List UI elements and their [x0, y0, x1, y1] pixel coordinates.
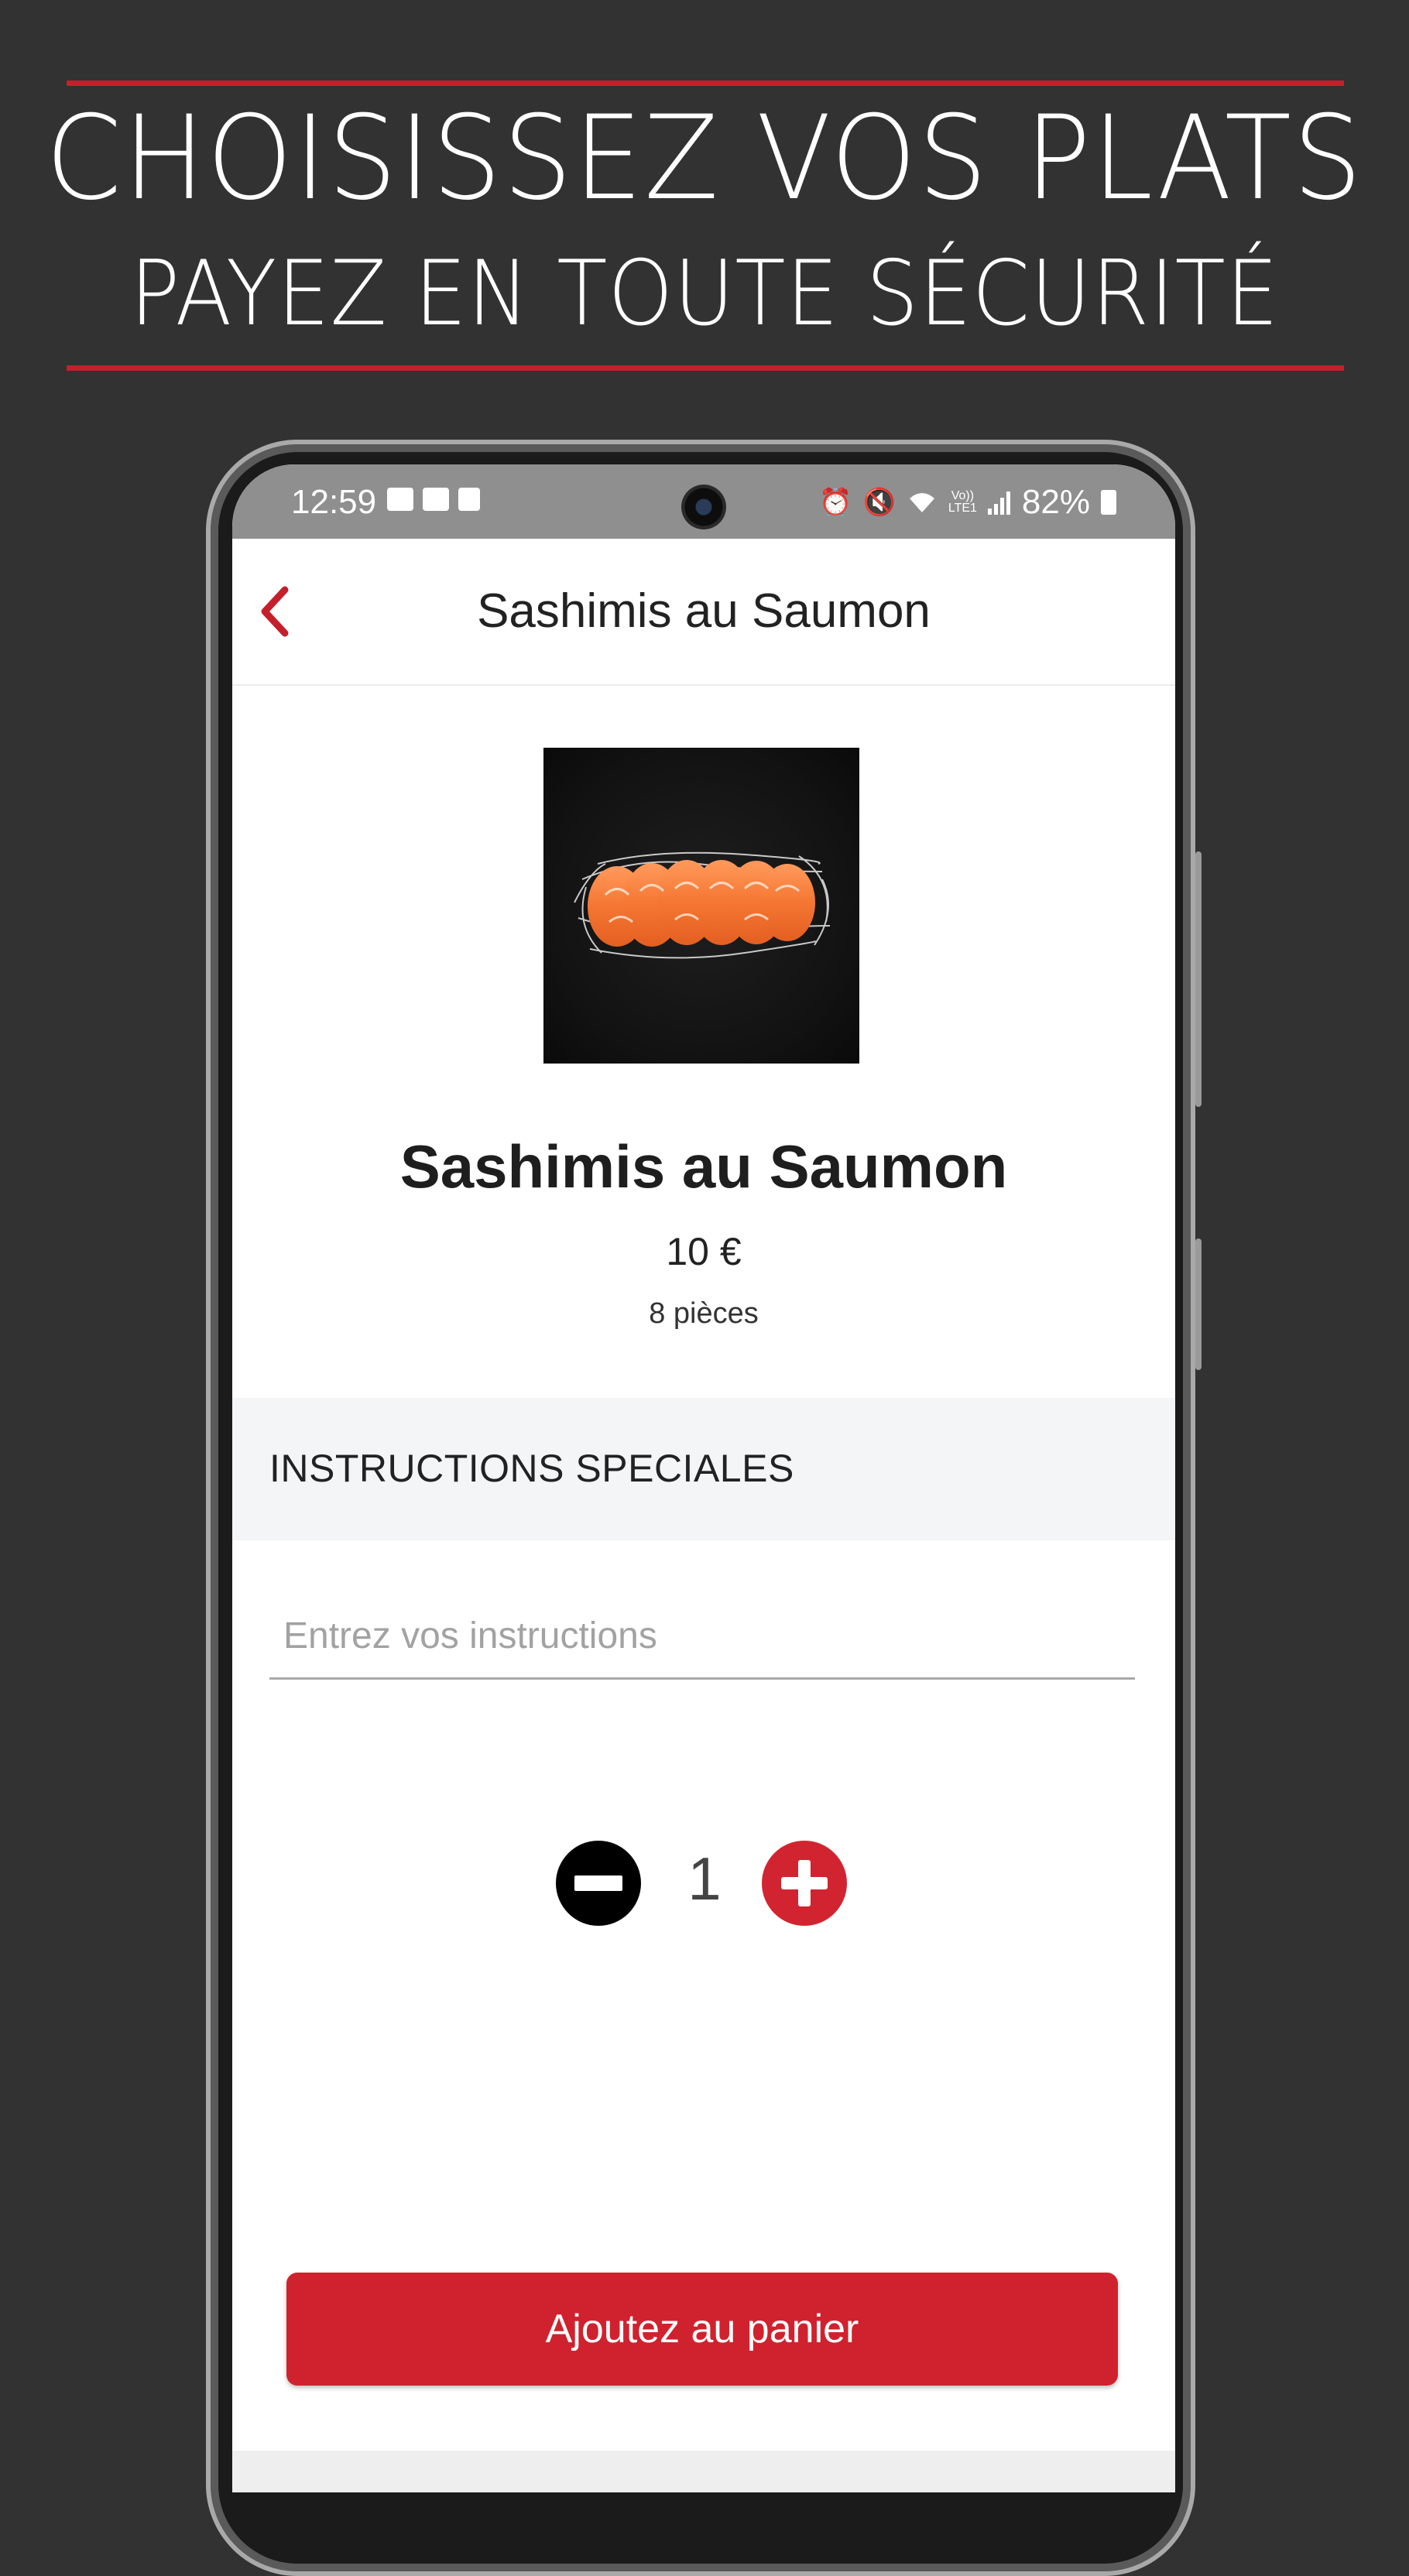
voicemail-notification-icon: [423, 488, 449, 511]
network-label: Vo)) LTE1: [948, 489, 977, 515]
increase-quantity-button[interactable]: [762, 1841, 847, 1926]
notification-icons: [387, 488, 480, 511]
promo-subheadline: PAYEZ EN TOUTE SÉCURITÉ: [129, 242, 1280, 346]
quantity-value: 1: [687, 1845, 722, 1913]
app-notification-icon: [458, 488, 480, 511]
mute-icon: 🔇: [862, 488, 896, 517]
status-right: ⏰ 🔇 Vo)) LTE1 82%: [819, 483, 1116, 522]
product-description: 8 pièces: [649, 1297, 759, 1330]
add-to-cart-button[interactable]: Ajoutez au panier: [286, 2273, 1118, 2386]
sashimi-illustration: [574, 851, 831, 959]
bottom-strip: [232, 2451, 1175, 2492]
phone-power-button: [1195, 1238, 1202, 1370]
promo-headline: CHOISISSEZ VOS PLATS: [45, 91, 1364, 226]
alarm-icon: ⏰: [819, 488, 852, 517]
front-camera: [681, 485, 726, 529]
product-price: 10 €: [666, 1230, 742, 1273]
instructions-input[interactable]: [269, 1595, 1135, 1680]
status-time: 12:59: [291, 483, 377, 521]
product-name: Sashimis au Saumon: [399, 1132, 1008, 1201]
battery-percent: 82%: [1021, 483, 1090, 521]
page-title: Sashimis au Saumon: [477, 584, 931, 638]
quantity-stepper: 1: [232, 1841, 1175, 1926]
gallery-notification-icon: [387, 488, 413, 511]
signal-icon: [987, 492, 1010, 515]
product-image: [543, 748, 859, 1064]
wifi-icon: [909, 493, 934, 512]
promo-top-rule: [67, 80, 1344, 86]
promo-header: CHOISISSEZ VOS PLATS PAYEZ EN TOUTE SÉCU…: [0, 0, 1409, 387]
special-instructions-header: INSTRUCTIONS SPECIALES: [232, 1398, 1175, 1540]
phone-screen: 12:59 ⏰ 🔇 Vo)) LTE1 82% Sashimis au Saum…: [232, 464, 1175, 2492]
decrease-quantity-button[interactable]: [556, 1841, 641, 1926]
battery-icon: [1101, 490, 1116, 515]
phone-volume-button: [1195, 851, 1202, 1107]
status-bar: 12:59 ⏰ 🔇 Vo)) LTE1 82%: [232, 464, 1175, 539]
section-title: INSTRUCTIONS SPECIALES: [269, 1447, 794, 1490]
promo-bottom-rule: [67, 365, 1344, 371]
app-bar: Sashimis au Saumon: [232, 539, 1175, 686]
